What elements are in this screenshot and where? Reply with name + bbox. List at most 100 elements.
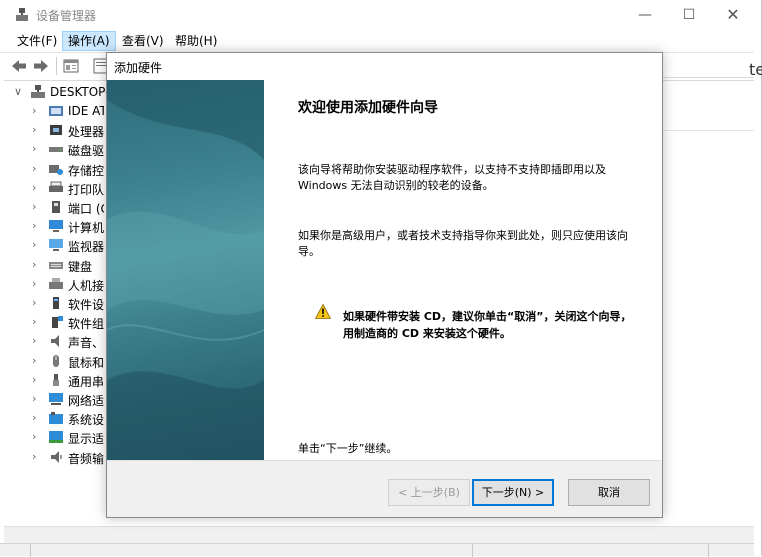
add-hardware-dialog: 添加硬件 欢迎使用添加硬件向导 该向导将帮助你安装驱动程序软件，以支持不支持即插… xyxy=(106,52,663,518)
menu-view[interactable]: 查看(V) xyxy=(117,31,169,51)
expand-chevron-icon[interactable]: › xyxy=(32,143,42,155)
next-button[interactable]: 下一步(N) > xyxy=(472,479,554,506)
tree-item-label: 监视器 xyxy=(68,240,104,255)
tree-item[interactable]: › 系统设 xyxy=(4,409,104,428)
tree-item-label: 通用串 xyxy=(68,374,104,389)
tree-item[interactable]: › 打印队列 xyxy=(4,179,104,198)
tree-item-label: 音频输 xyxy=(68,451,104,466)
tree-item-label: 软件组 xyxy=(68,317,104,332)
monitor-icon xyxy=(49,239,63,252)
expand-chevron-icon[interactable]: › xyxy=(32,354,42,367)
tree-item[interactable]: › 软件组 xyxy=(4,313,104,332)
forward-arrow-icon[interactable] xyxy=(32,57,50,75)
tree-item[interactable]: › IDE AT xyxy=(4,102,104,121)
menu-action[interactable]: 操作(A) xyxy=(62,31,116,51)
expand-chevron-icon[interactable]: › xyxy=(32,431,42,443)
tree-item-label: 键盘 xyxy=(68,259,93,274)
back-arrow-icon[interactable] xyxy=(10,57,28,75)
warning-text: 如果硬件带安装 CD，建议你单击“取消”，关闭这个向导，用制造商的 CD 来安装… xyxy=(343,310,632,340)
processor-icon xyxy=(50,125,62,136)
expand-chevron-icon[interactable]: › xyxy=(32,393,42,405)
tree-item[interactable]: › 监视器 xyxy=(4,236,104,255)
display-adapter-icon xyxy=(49,431,63,444)
menu-file[interactable]: 文件(F) xyxy=(12,31,62,51)
close-button[interactable]: ✕ xyxy=(710,0,756,30)
wizard-intro-text: 该向导将帮助你安装驱动程序软件，以支持不支持即插即用以及 Windows 无法自… xyxy=(298,163,606,192)
tree-item-label: 人机接 xyxy=(68,278,104,293)
usb-icon xyxy=(53,373,59,386)
status-bar xyxy=(0,543,754,557)
tree-item-label: IDE AT xyxy=(68,104,104,118)
tree-item[interactable]: › 端口 (C xyxy=(4,198,104,217)
wizard-banner-graphic xyxy=(107,80,264,460)
dialog-button-bar: < 上一步(B) 下一步(N) > 取消 xyxy=(107,460,662,517)
status-divider xyxy=(30,544,31,557)
tree-item-label: 存储控 xyxy=(68,163,104,178)
expand-chevron-icon[interactable]: › xyxy=(32,220,42,232)
expand-chevron-icon[interactable]: › xyxy=(32,316,42,328)
status-divider xyxy=(708,544,709,557)
properties-icon[interactable] xyxy=(62,57,80,75)
minimize-button[interactable]: — xyxy=(622,0,668,30)
ide-controller-icon xyxy=(49,106,63,116)
expand-chevron-icon[interactable]: › xyxy=(32,450,42,463)
expand-chevron-icon[interactable]: › xyxy=(32,258,42,271)
tree-item-label: 显示适 xyxy=(68,432,104,447)
expand-chevron-icon[interactable]: › xyxy=(32,297,42,309)
expand-chevron-icon[interactable]: › xyxy=(32,124,42,136)
wizard-advanced-text: 如果你是高级用户，或者技术支持指导你来到此处，则只应使用该向导。 xyxy=(298,229,628,258)
tree-item[interactable]: › 处理器 xyxy=(4,121,104,140)
tree-item[interactable]: › 键盘 xyxy=(4,256,104,275)
expand-chevron-icon[interactable]: › xyxy=(32,162,42,175)
cancel-button[interactable]: 取消 xyxy=(568,479,650,506)
toolbar-separator xyxy=(56,57,57,75)
software-device-icon xyxy=(53,297,59,309)
tree-item[interactable]: › 鼠标和 xyxy=(4,352,104,371)
tree-item-label: 计算机 xyxy=(68,221,104,236)
tree-root-label: DESKTOP- xyxy=(50,85,110,99)
tree-item-label: 磁盘驱 xyxy=(68,144,104,159)
expand-chevron-icon[interactable]: › xyxy=(32,201,42,213)
expand-chevron-icon[interactable]: › xyxy=(32,335,42,347)
device-manager-icon xyxy=(16,8,28,21)
network-adapter-icon xyxy=(49,393,63,405)
tree-item[interactable]: › 声音、 xyxy=(4,332,104,351)
tree-item[interactable]: › 软件设 xyxy=(4,294,104,313)
expand-chevron-icon[interactable]: › xyxy=(32,239,42,251)
back-button[interactable]: < 上一步(B) xyxy=(388,479,470,506)
expand-chevron-icon[interactable]: › xyxy=(32,412,42,424)
window-title: 设备管理器 xyxy=(36,9,97,23)
tree-item[interactable]: › 存储控 xyxy=(4,160,104,179)
collapse-chevron-icon[interactable]: ∨ xyxy=(14,86,24,98)
horizontal-scrollbar[interactable] xyxy=(4,526,754,543)
computer-icon xyxy=(49,220,63,233)
tree-item-label: 声音、 xyxy=(68,336,104,351)
continue-instruction: 单击“下一步”继续。 xyxy=(298,442,398,455)
storage-controller-icon xyxy=(49,164,63,175)
pane-divider xyxy=(662,77,754,78)
wizard-heading: 欢迎使用添加硬件向导 xyxy=(298,100,438,116)
menu-help[interactable]: 帮助(H) xyxy=(170,31,222,51)
tree-item-label: 端口 (C xyxy=(68,202,104,216)
dialog-title: 添加硬件 xyxy=(114,61,163,75)
tree-item[interactable]: › 音频输 xyxy=(4,448,104,467)
wizard-banner-image xyxy=(107,80,264,460)
tree-item[interactable]: › 计算机 xyxy=(4,217,104,236)
tree-item[interactable]: › 人机接 xyxy=(4,275,104,294)
tree-item[interactable]: › 显示适 xyxy=(4,428,104,447)
tree-item[interactable]: › 通用串 xyxy=(4,371,104,390)
sound-icon xyxy=(51,335,59,348)
system-device-icon xyxy=(49,412,63,425)
menu-bar: 文件(F) 操作(A) 查看(V) 帮助(H) xyxy=(0,31,754,51)
expand-chevron-icon[interactable]: › xyxy=(32,105,42,117)
dialog-title-bar: 添加硬件 xyxy=(107,53,662,80)
tree-item[interactable]: › 磁盘驱 xyxy=(4,140,104,159)
expand-chevron-icon[interactable]: › xyxy=(32,181,42,194)
expand-chevron-icon[interactable]: › xyxy=(32,277,42,290)
computer-root-icon xyxy=(31,85,45,98)
tree-item-label: 网络适 xyxy=(68,394,104,408)
expand-chevron-icon[interactable]: › xyxy=(32,373,42,386)
tree-item[interactable]: › 网络适 xyxy=(4,390,104,409)
tree-item-label: 处理器 xyxy=(68,125,104,140)
maximize-button[interactable]: ☐ xyxy=(666,0,712,30)
